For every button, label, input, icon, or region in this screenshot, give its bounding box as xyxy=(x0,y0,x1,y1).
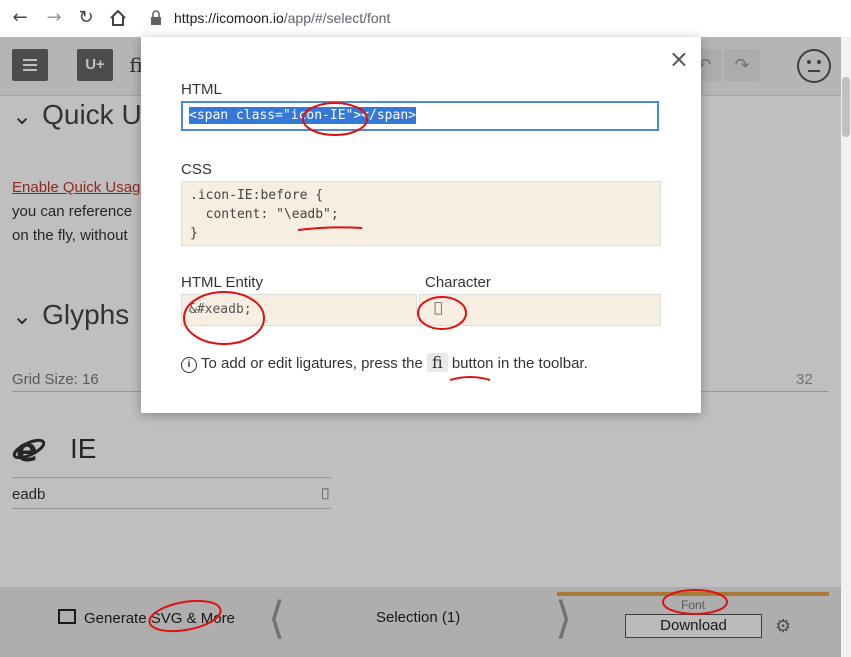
lock-icon xyxy=(151,10,161,25)
css-code-field[interactable]: .icon-IE:before { content: "\eadb"; } xyxy=(181,181,661,246)
url-host: https://icomoon.io xyxy=(174,10,284,26)
html-entity-field[interactable]: &#xeadb; xyxy=(181,294,417,326)
character-field[interactable]:  xyxy=(419,294,661,326)
character-value:  xyxy=(434,300,442,316)
hint-prefix: To add or edit ligatures, press the xyxy=(201,355,423,372)
character-label: Character xyxy=(425,274,491,291)
html-entity-value: &#xeadb; xyxy=(189,302,252,317)
scroll-thumb[interactable] xyxy=(842,77,850,137)
browser-toolbar: ← → ↻ https://icomoon.io/app/#/select/fo… xyxy=(0,0,851,38)
html-label: HTML xyxy=(181,81,222,98)
address-bar[interactable]: https://icomoon.io/app/#/select/font xyxy=(174,10,390,26)
page-scrollbar[interactable] xyxy=(841,37,851,657)
reload-icon[interactable]: ↻ xyxy=(74,6,98,30)
hint-suffix: button in the toolbar. xyxy=(451,355,588,372)
info-icon: i xyxy=(181,357,197,373)
html-entity-label: HTML Entity xyxy=(181,274,263,291)
home-icon[interactable] xyxy=(106,6,130,30)
css-label: CSS xyxy=(181,161,212,178)
glyph-info-modal: × HTML <span class="icon-IE"></span> CSS… xyxy=(141,37,701,413)
css-code-value: .icon-IE:before { content: "\eadb"; } xyxy=(190,188,339,241)
back-arrow-icon[interactable]: ← xyxy=(8,6,32,30)
forward-arrow-icon[interactable]: → xyxy=(42,6,66,30)
html-code-field[interactable]: <span class="icon-IE"></span> xyxy=(181,101,659,131)
hint-ligature-button: fi xyxy=(426,353,448,372)
ligature-hint: i To add or edit ligatures, press the fi … xyxy=(181,353,588,373)
url-path: /app/#/select/font xyxy=(283,10,391,26)
html-code-value: <span class="icon-IE"></span> xyxy=(189,107,416,124)
close-icon[interactable]: × xyxy=(669,45,689,73)
